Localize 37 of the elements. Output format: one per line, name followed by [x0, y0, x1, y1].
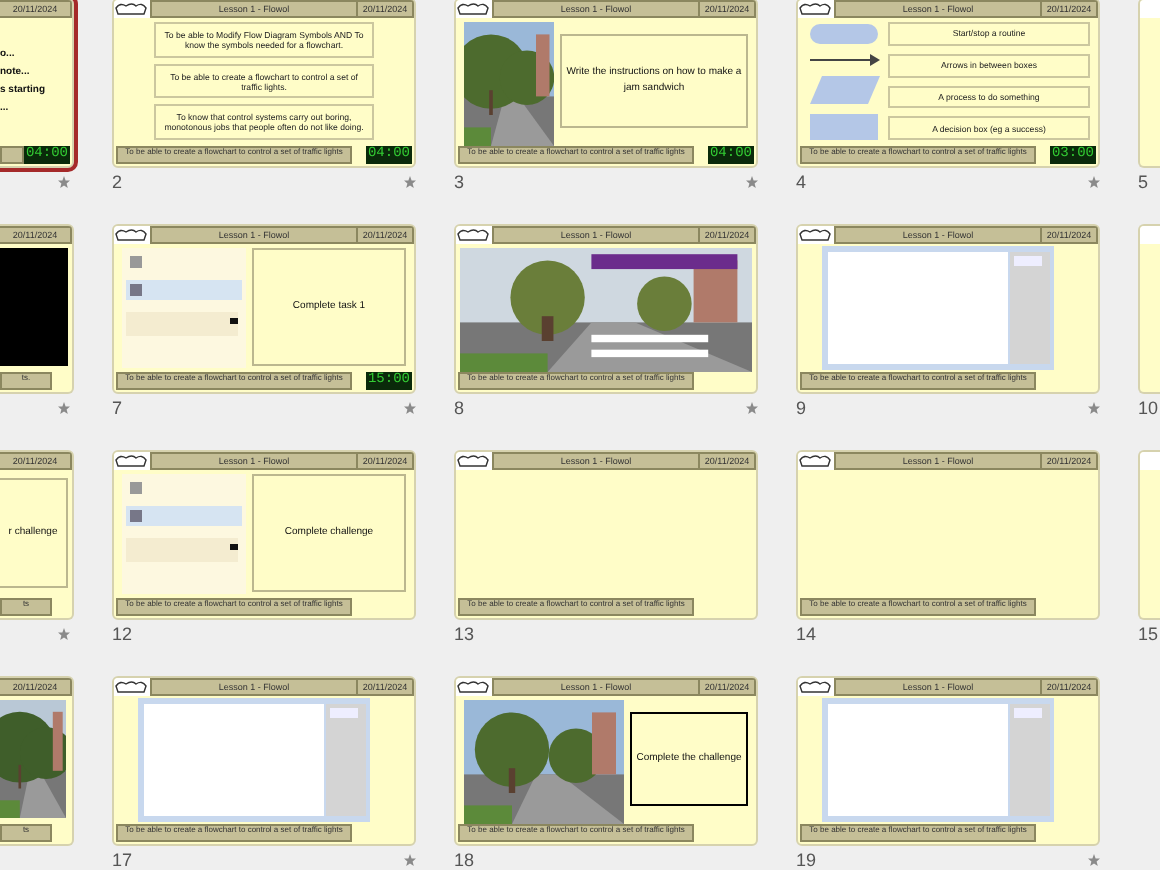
logo-drawing	[114, 452, 150, 470]
slide-number: 18	[454, 850, 475, 870]
logo-drawing	[114, 0, 150, 18]
screenshot-drawing	[122, 474, 246, 594]
slide-number: 7	[112, 398, 123, 418]
logo-drawing	[798, 452, 834, 470]
logo-drawing	[456, 0, 492, 18]
slide-number: 2	[112, 172, 123, 192]
logo-drawing	[798, 0, 834, 18]
logo-drawing	[798, 678, 834, 696]
slide-number: 14	[796, 624, 817, 644]
slide-number: 5	[1138, 172, 1149, 192]
slide-number: 19	[796, 850, 817, 870]
logo-drawing	[456, 678, 492, 696]
slide-number: 8	[454, 398, 465, 418]
slide-number: 10	[1138, 398, 1159, 418]
slide-thumbnail[interactable]	[796, 0, 1100, 168]
slide-number: 12	[112, 624, 133, 644]
slide-thumbnail[interactable]	[1138, 0, 1160, 168]
slide-number: 15	[1138, 624, 1159, 644]
screenshot-drawing	[122, 248, 246, 368]
logo-drawing	[456, 226, 492, 244]
flowchart-symbols-drawing	[806, 22, 882, 142]
logo-drawing	[798, 226, 834, 244]
slide-number: 3	[454, 172, 465, 192]
slide-thumbnail[interactable]	[112, 0, 416, 168]
objective-footer	[0, 146, 24, 164]
logo-drawing	[114, 678, 150, 696]
slide-area	[0, 248, 68, 366]
logo-drawing	[114, 226, 150, 244]
slide-number: 17	[112, 850, 133, 870]
logo-drawing	[456, 452, 492, 470]
slide-thumbnail[interactable]	[1138, 224, 1160, 394]
slide-number: 13	[454, 624, 475, 644]
slide-number: 9	[796, 398, 807, 418]
slide-thumbnail[interactable]	[1138, 450, 1160, 620]
slide-number: 4	[796, 172, 807, 192]
